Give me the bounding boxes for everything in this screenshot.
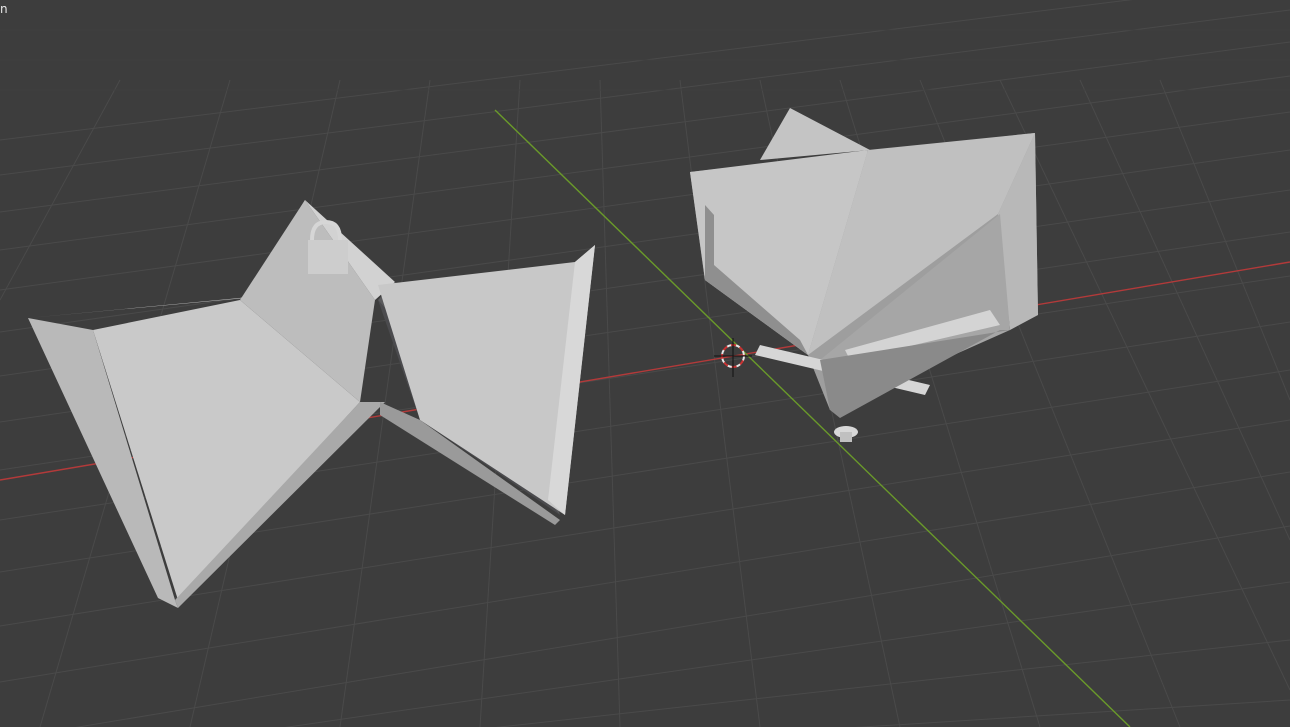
box-pyramid-shell[interactable] — [690, 108, 1038, 442]
3d-viewport[interactable]: n — [0, 0, 1290, 727]
viewport-scene[interactable] — [0, 0, 1290, 727]
folded-pyramid-shell[interactable] — [28, 200, 595, 608]
